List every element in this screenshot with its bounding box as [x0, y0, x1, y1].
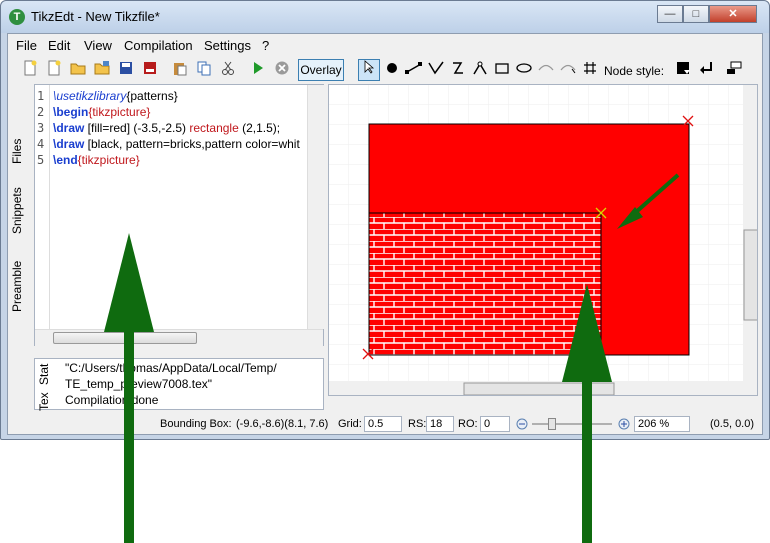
- annotation-arrow-left-head: [104, 233, 154, 332]
- annotation-arrow-right-head: [562, 284, 612, 382]
- annotation-overlay: [104, 233, 612, 543]
